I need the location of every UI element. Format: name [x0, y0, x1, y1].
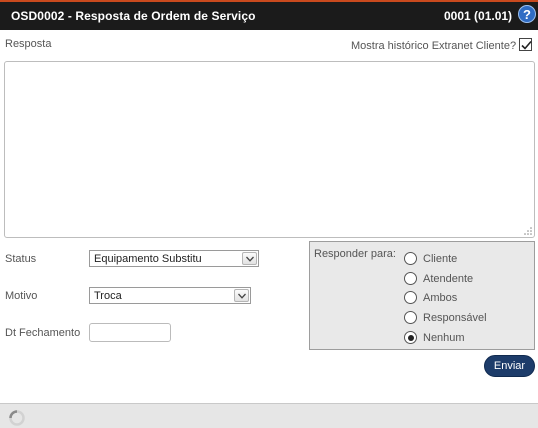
status-value: Equipamento Substitu — [94, 253, 202, 265]
chevron-down-icon — [246, 256, 254, 262]
motivo-label: Motivo — [5, 290, 38, 302]
resposta-label: Resposta — [5, 38, 52, 50]
spinner-icon — [9, 410, 25, 426]
version-label: 0001 (01.01) — [444, 9, 513, 23]
radio-button-selected[interactable] — [404, 331, 417, 344]
resize-grip-icon[interactable] — [524, 227, 532, 235]
history-checkbox-label: Mostra histórico Extranet Cliente? — [351, 40, 517, 52]
motivo-dropdown-button[interactable] — [234, 289, 249, 302]
motivo-value: Troca — [94, 290, 122, 302]
status-footer — [0, 403, 538, 428]
status-label: Status — [5, 253, 37, 265]
motivo-select[interactable]: Troca — [89, 287, 251, 304]
radio-label: Nenhum — [423, 332, 465, 344]
dt-fechamento-input[interactable] — [89, 323, 171, 342]
radio-label: Responsável — [423, 312, 487, 324]
enviar-button[interactable]: Enviar — [484, 355, 535, 377]
radio-button[interactable] — [404, 252, 417, 265]
dt-fechamento-label: Dt Fechamento — [5, 327, 81, 339]
help-icon[interactable]: ? — [518, 5, 536, 23]
window-title: OSD0002 - Resposta de Ordem de Serviço — [11, 9, 256, 23]
title-bar: OSD0002 - Resposta de Ordem de Serviço 0… — [0, 0, 538, 30]
radio-label: Atendente — [423, 273, 474, 285]
status-dropdown-button[interactable] — [242, 252, 257, 265]
checkmark-icon — [521, 40, 532, 50]
radio-button[interactable] — [404, 272, 417, 285]
resposta-textarea[interactable] — [4, 61, 535, 238]
responder-para-label: Responder para: — [314, 248, 396, 260]
chevron-down-icon — [238, 293, 246, 299]
radio-button[interactable] — [404, 311, 417, 324]
radio-button[interactable] — [404, 291, 417, 304]
status-select[interactable]: Equipamento Substitu — [89, 250, 259, 267]
responder-para-panel: Responder para: Cliente Atendente Ambos … — [309, 241, 535, 350]
radio-label: Ambos — [423, 292, 458, 304]
radio-label: Cliente — [423, 253, 458, 265]
history-checkbox[interactable] — [519, 38, 532, 51]
